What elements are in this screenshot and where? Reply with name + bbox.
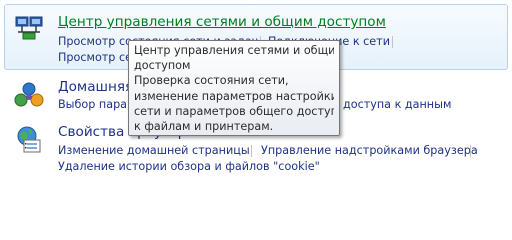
delete-browsing-history-link[interactable]: Удаление истории обзора и файлов "cookie…	[58, 159, 320, 174]
network-center-tooltip: Центр управления сетями и общим доступом…	[128, 40, 340, 136]
link-separator	[470, 145, 471, 157]
change-homepage-link[interactable]: Изменение домашней страницы	[58, 143, 250, 158]
tooltip-line: Центр управления сетями и общим	[134, 44, 334, 57]
network-center-icon	[15, 16, 43, 40]
tooltip-line: доступом	[134, 59, 191, 73]
tooltip-line: сети и параметров общего доступа	[134, 104, 334, 118]
link-separator	[251, 145, 252, 157]
manage-addons-link[interactable]: Управление надстройками браузера	[261, 143, 478, 158]
tooltip-line: Проверка состояния сети,	[134, 74, 289, 88]
tooltip-line: к файлам и принтерам.	[134, 120, 274, 134]
network-center-title[interactable]: Центр управления сетями и общим доступом	[58, 13, 386, 31]
browser-properties-icon	[17, 126, 41, 153]
tooltip-line: изменение параметров настройки	[134, 89, 334, 103]
homegroup-icon	[14, 82, 44, 107]
link-separator	[392, 36, 393, 48]
